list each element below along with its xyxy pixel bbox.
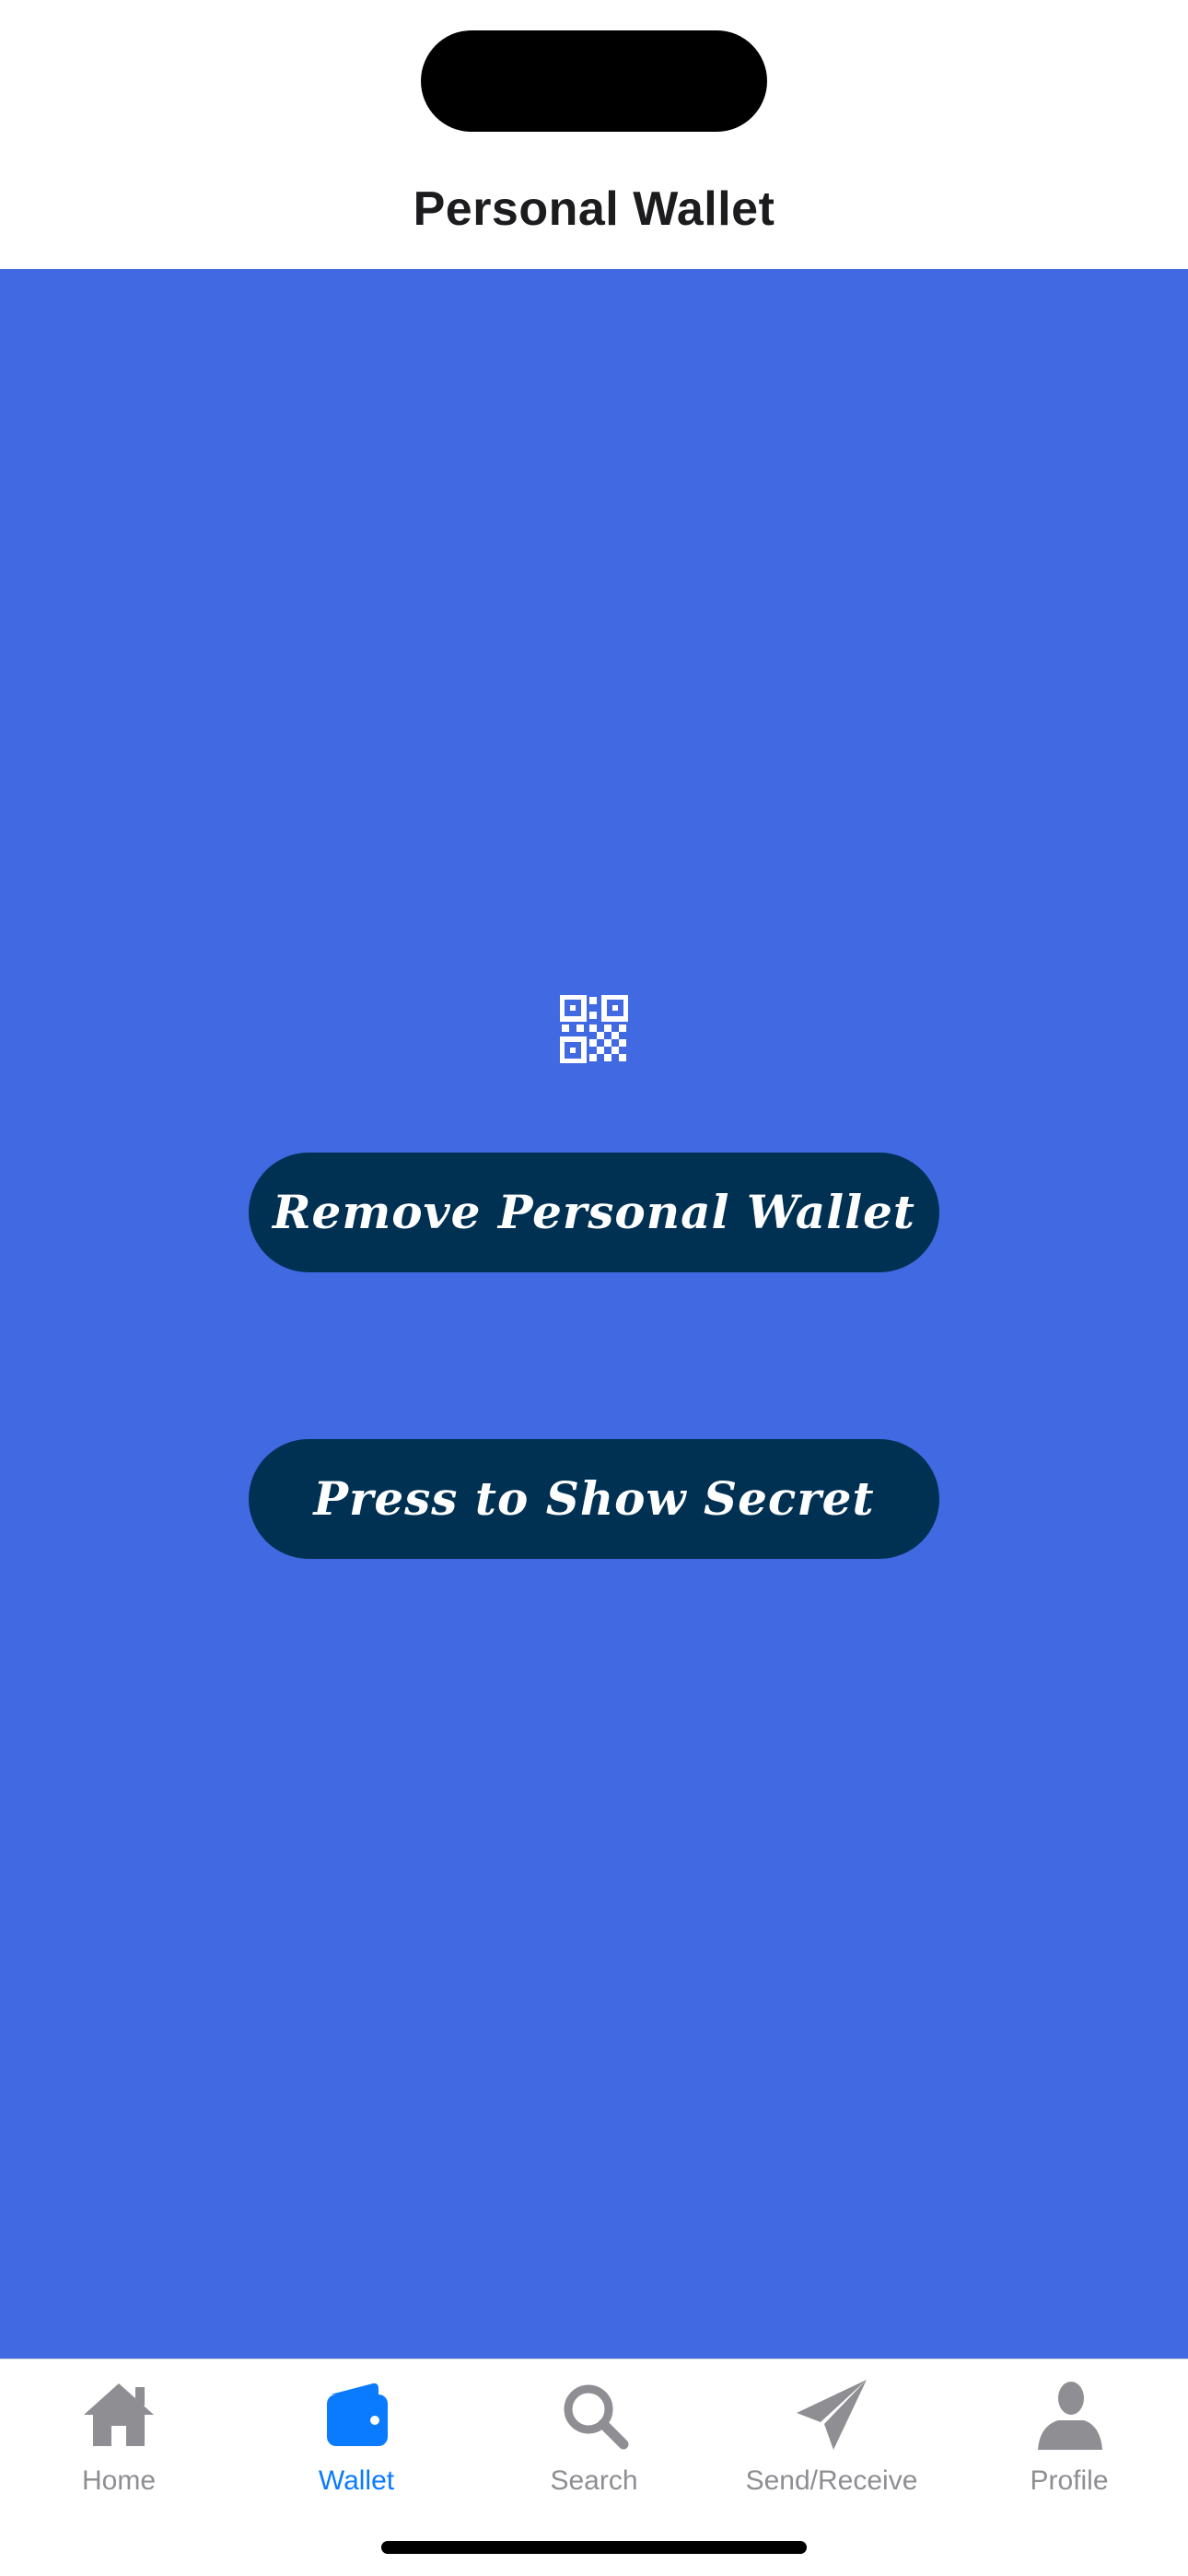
dynamic-island	[421, 30, 767, 132]
tab-wallet-label: Wallet	[318, 2465, 395, 2496]
header: Personal Wallet	[0, 0, 1188, 269]
paper-plane-icon	[793, 2376, 870, 2453]
remove-personal-wallet-button[interactable]: Remove Personal Wallet	[249, 1153, 939, 1272]
show-secret-button[interactable]: Press to Show Secret	[249, 1439, 939, 1559]
tab-home-label: Home	[81, 2465, 157, 2496]
wallet-content: Remove Personal Wallet Press to Show Sec…	[0, 269, 1188, 2359]
tab-search-label: Search	[550, 2465, 638, 2496]
tab-send-receive-label: Send/Receive	[745, 2465, 918, 2496]
screen: Personal Wallet Remove Personal Wallet P…	[0, 0, 1188, 2576]
tab-send-receive[interactable]: Send/Receive	[713, 2359, 950, 2516]
tab-profile-label: Profile	[1030, 2465, 1109, 2496]
home-indicator	[381, 2541, 807, 2554]
qr-code-icon[interactable]	[559, 994, 629, 1064]
tab-wallet[interactable]: Wallet	[238, 2359, 475, 2516]
tab-search[interactable]: Search	[475, 2359, 713, 2516]
home-icon	[80, 2376, 157, 2453]
search-icon	[555, 2376, 633, 2453]
tab-home[interactable]: Home	[0, 2359, 238, 2516]
tab-profile[interactable]: Profile	[950, 2359, 1188, 2516]
wallet-icon	[318, 2376, 395, 2453]
person-icon	[1031, 2376, 1108, 2453]
page-title: Personal Wallet	[413, 182, 775, 236]
